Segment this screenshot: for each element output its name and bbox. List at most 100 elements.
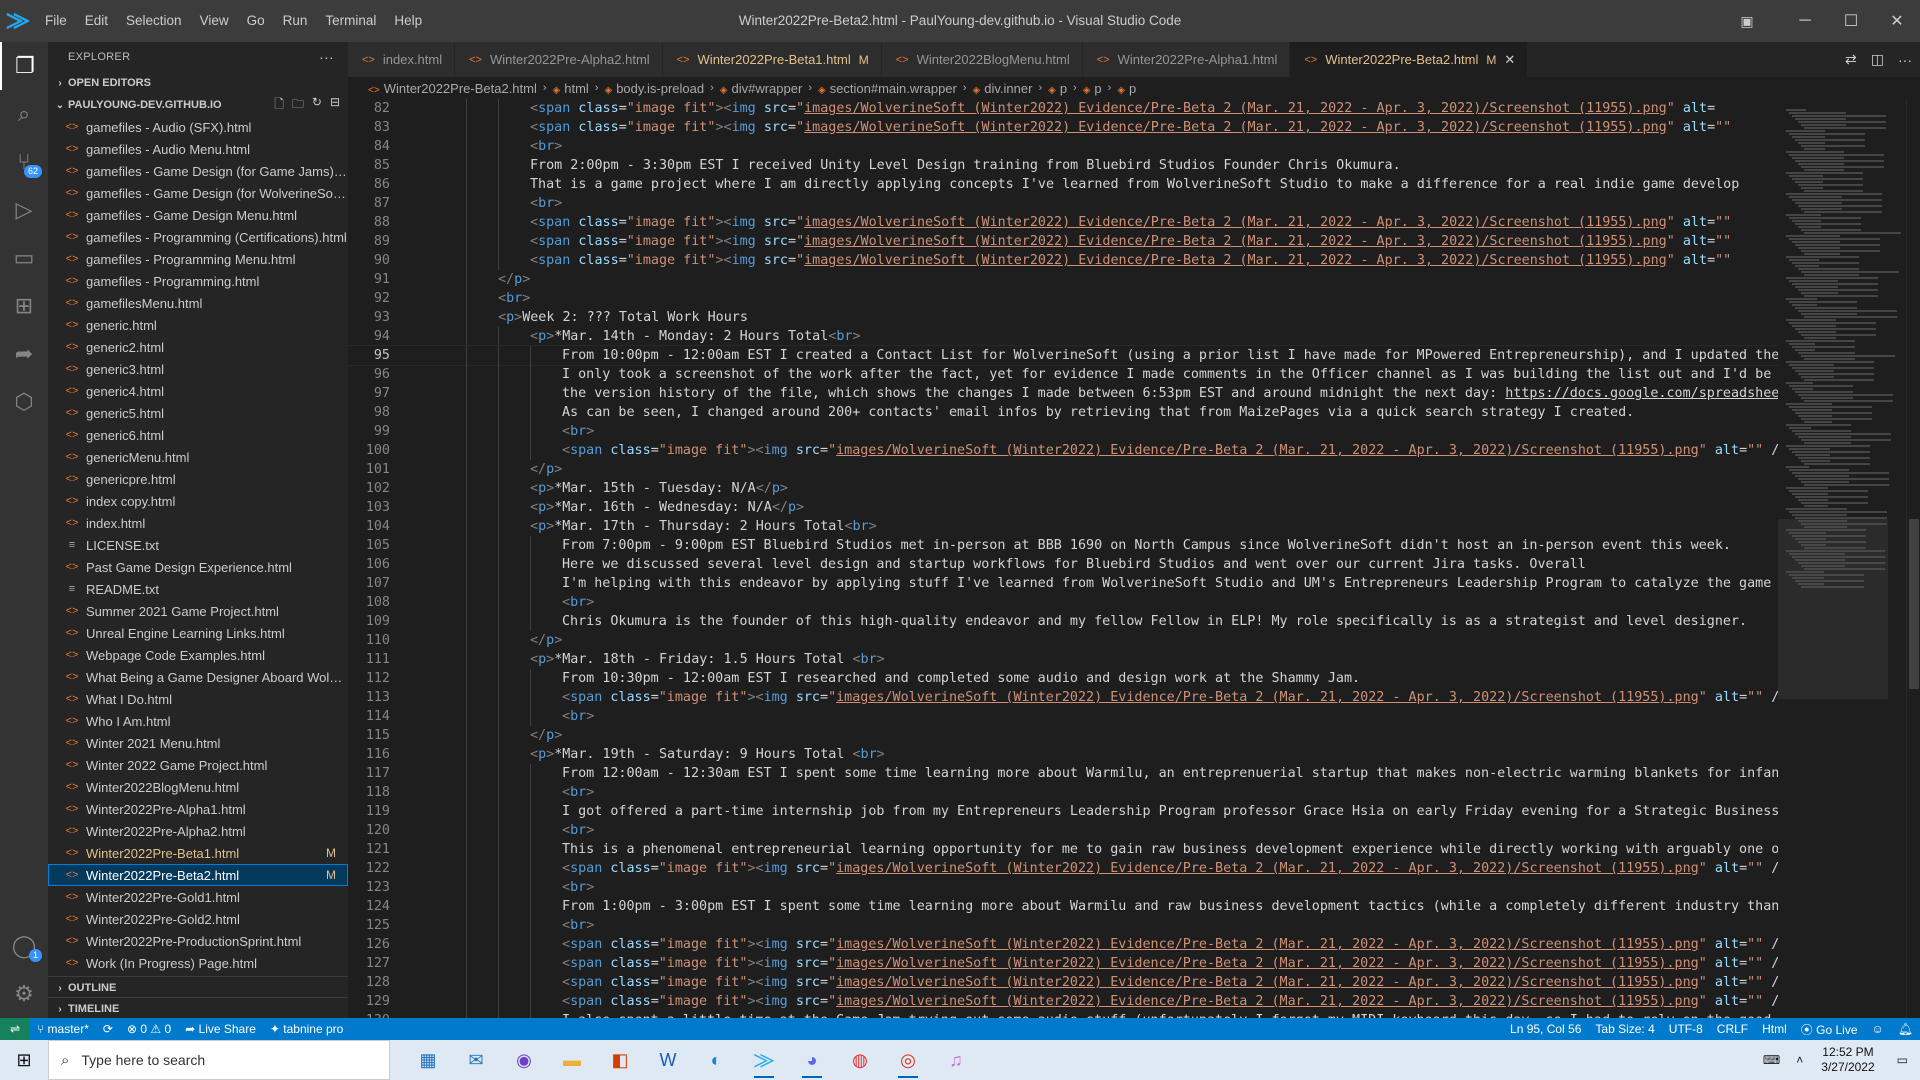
code-line[interactable]: 126 <span class="image fit"><img src="ima… [348, 935, 1778, 954]
code-line[interactable]: 92 <br> [348, 289, 1778, 308]
live-share-icon[interactable]: ➦ [0, 330, 48, 378]
settings-gear-icon[interactable]: ⚙ [0, 970, 48, 1018]
file-item[interactable]: <> gamefiles - Audio Menu.html [48, 138, 348, 160]
code-line[interactable]: 105 From 7:00pm - 9:00pm EST Bluebird Stu… [348, 536, 1778, 555]
windows-start-icon[interactable]: ⊞ [0, 1040, 48, 1080]
timeline-section[interactable]: › TIMELINE [48, 997, 348, 1020]
compare-icon[interactable]: ⇄ [1845, 51, 1857, 68]
code-line[interactable]: 85 From 2:00pm - 3:30pm EST I received Un… [348, 156, 1778, 175]
code-line[interactable]: 89 <span class="image fit"><img src="imag… [348, 232, 1778, 251]
code-line[interactable]: 127 <span class="image fit"><img src="ima… [348, 954, 1778, 973]
code-line[interactable]: 114 <br> [348, 707, 1778, 726]
code-line[interactable]: 84 <br> [348, 137, 1778, 156]
code-line[interactable]: 124 From 1:00pm - 3:00pm EST I spent some… [348, 897, 1778, 916]
app-red-icon[interactable]: ◍ [836, 1040, 884, 1080]
open-editors-section[interactable]: › OPEN EDITORS [48, 72, 348, 94]
close-tab-icon[interactable]: ✕ [1504, 52, 1515, 68]
tab-size[interactable]: Tab Size: 4 [1588, 1022, 1661, 1036]
code-line[interactable]: 113 <span class="image fit"><img src="ima… [348, 688, 1778, 707]
file-item[interactable]: <> gamefiles - Audio (SFX).html [48, 116, 348, 138]
file-item[interactable]: <> gamefiles - Game Design (for Wolverine… [48, 182, 348, 204]
code-line[interactable]: 111 <p>*Mar. 18th - Friday: 1.5 Hours Tot… [348, 650, 1778, 669]
file-item[interactable]: <> gamefilesMenu.html [48, 292, 348, 314]
menu-item-help[interactable]: Help [385, 0, 431, 42]
file-item[interactable]: ≡ LICENSE.txt [48, 534, 348, 556]
code-line[interactable]: 106 Here we discussed several level desig… [348, 555, 1778, 574]
code-line[interactable]: 104 <p>*Mar. 17th - Thursday: 2 Hours Tot… [348, 517, 1778, 536]
file-item[interactable]: <> Winter2022Pre-Gold1.html [48, 886, 348, 908]
code-line[interactable]: 100 <span class="image fit"><img src="ima… [348, 441, 1778, 460]
code-line[interactable]: 94 <p>*Mar. 14th - Monday: 2 Hours Total<… [348, 327, 1778, 346]
file-item[interactable]: <> gamefiles - Game Design (for Game Jams… [48, 160, 348, 182]
code-line[interactable]: 97 the version history of the file, which… [348, 384, 1778, 403]
cursor-position[interactable]: Ln 95, Col 56 [1503, 1022, 1588, 1036]
file-item[interactable]: <> What I Do.html [48, 688, 348, 710]
go-live-button[interactable]: ⦿ Go Live [1794, 1021, 1865, 1038]
file-item[interactable]: <> generic2.html [48, 336, 348, 358]
code-line[interactable]: 120 <br> [348, 821, 1778, 840]
file-item[interactable]: <> Summer 2021 Game Project.html [48, 600, 348, 622]
taskbar-clock[interactable]: 12:52 PM 3/27/2022 [1811, 1045, 1884, 1075]
code-line[interactable]: 98 As can be seen, I changed around 200+ … [348, 403, 1778, 422]
code-line[interactable]: 128 <span class="image fit"><img src="ima… [348, 973, 1778, 992]
menu-item-run[interactable]: Run [274, 0, 317, 42]
code-line[interactable]: 129 <span class="image fit"><img src="ima… [348, 992, 1778, 1011]
code-line[interactable]: 101 </p> [348, 460, 1778, 479]
code-line[interactable]: 86 That is a game project where I am dire… [348, 175, 1778, 194]
code-line[interactable]: 99 <br> [348, 422, 1778, 441]
code-line[interactable]: 121 This is a phenomenal entrepreneurial … [348, 840, 1778, 859]
code-line[interactable]: 82 <span class="image fit"><img src="imag… [348, 99, 1778, 118]
code-line[interactable]: 119 I got offered a part-time internship … [348, 802, 1778, 821]
explorer-icon[interactable]: ❐ [0, 42, 48, 90]
file-item[interactable]: <> genericpre.html [48, 468, 348, 490]
word-icon[interactable]: W [644, 1040, 692, 1080]
accounts-icon[interactable]: ◯ 1 [0, 922, 48, 970]
editor-tab[interactable]: <> Winter2022Pre-Alpha2.html [455, 42, 663, 77]
office-icon[interactable]: ◧ [596, 1040, 644, 1080]
file-item[interactable]: <> Unreal Engine Learning Links.html [48, 622, 348, 644]
github-desktop-icon[interactable]: ◉ [500, 1040, 548, 1080]
menu-item-selection[interactable]: Selection [117, 0, 191, 42]
vscode-taskbar-icon[interactable]: ⨠ [740, 1040, 788, 1080]
store-app-icon[interactable]: ▦ [404, 1040, 452, 1080]
branch-indicator[interactable]: ⑂ master* [30, 1022, 96, 1036]
sync-icon[interactable]: ⟳ [96, 1022, 120, 1036]
chevron-up-icon[interactable]: ˄ [1788, 1053, 1811, 1067]
split-editor-icon[interactable]: ◫ [1871, 51, 1884, 68]
editor-tab[interactable]: <> index.html [348, 42, 456, 77]
minimap[interactable] [1778, 99, 1901, 1018]
chrome-icon[interactable]: ◎ [884, 1040, 932, 1080]
workspace-section[interactable]: ⌄ PAULYOUNG-DEV.GITHUB.IO 🗋 🗀 ↻ ⊟ [48, 94, 348, 116]
code-line[interactable]: 87 <br> [348, 194, 1778, 213]
cube-icon[interactable]: ⬡ [0, 378, 48, 426]
extensions-icon[interactable]: ⊞ [0, 282, 48, 330]
itunes-icon[interactable]: ♫ [932, 1040, 980, 1080]
new-folder-icon[interactable]: 🗀 [292, 95, 304, 116]
code-line[interactable]: 122 <span class="image fit"><img src="ima… [348, 859, 1778, 878]
file-item[interactable]: <> Winter2022Pre-ProductionSprint.html [48, 930, 348, 952]
taskbar-search-box[interactable]: ⌕ Type here to search [48, 1040, 390, 1080]
file-item[interactable]: <> Winter2022Pre-Beta2.html M [48, 864, 348, 886]
file-item[interactable]: <> gamefiles - Programming Menu.html [48, 248, 348, 270]
close-button[interactable]: ✕ [1874, 0, 1920, 42]
file-item[interactable]: <> generic3.html [48, 358, 348, 380]
source-control-icon[interactable]: ⑂ 62 [0, 138, 48, 186]
file-item[interactable]: <> Winter2022Pre-Beta1.html M [48, 842, 348, 864]
breadcrumb-item[interactable]: ◈ p [1048, 81, 1067, 96]
file-item[interactable]: <> index.html [48, 512, 348, 534]
file-item[interactable]: <> Past Game Design Experience.html [48, 556, 348, 578]
code-line[interactable]: 115 </p> [348, 726, 1778, 745]
feedback-icon[interactable]: ☺ [1865, 1022, 1891, 1036]
remote-explorer-icon[interactable]: ▭ [0, 234, 48, 282]
code-line[interactable]: 117 From 12:00am - 12:30am EST I spent so… [348, 764, 1778, 783]
menu-item-file[interactable]: File [36, 0, 76, 42]
notifications-bell-icon[interactable]: 🔔︎ [1891, 1022, 1920, 1036]
collapse-all-icon[interactable]: ⊟ [330, 95, 340, 116]
code-line[interactable]: 83 <span class="image fit"><img src="imag… [348, 118, 1778, 137]
breadcrumb-item[interactable]: ◈ div.inner [973, 81, 1033, 96]
file-item[interactable]: <> genericMenu.html [48, 446, 348, 468]
file-item[interactable]: <> gamefiles - Game Design Menu.html [48, 204, 348, 226]
breadcrumb-item[interactable]: ◈ div#wrapper [720, 81, 803, 96]
file-item[interactable]: ≡ README.txt [48, 578, 348, 600]
breadcrumb-item[interactable]: ◈ body.is-preload [604, 81, 704, 96]
